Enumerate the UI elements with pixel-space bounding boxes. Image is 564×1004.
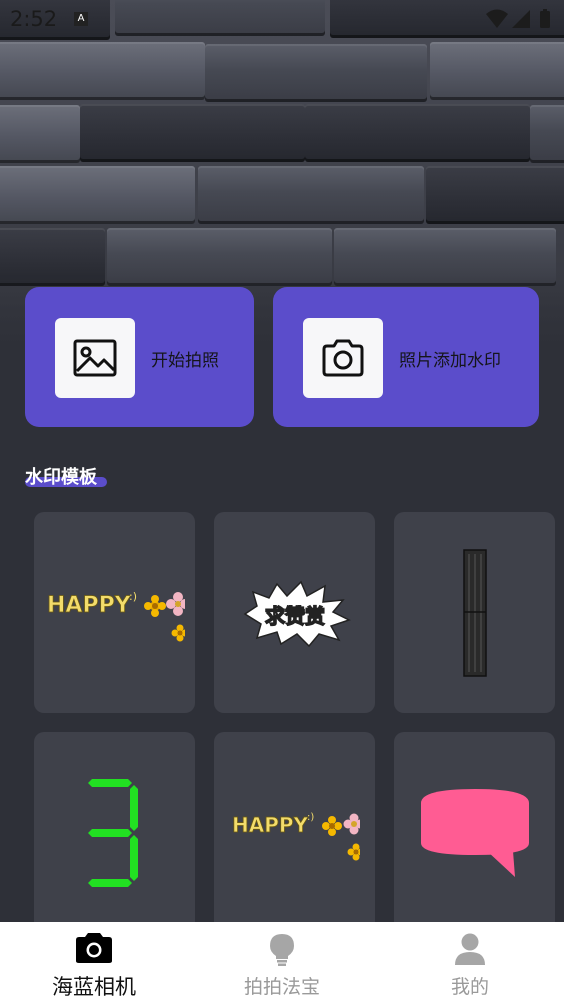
start-photo-button[interactable]: 开始拍照 [25,287,254,427]
section-title: 水印模板 [25,467,97,488]
happy-flowers-sticker: HAPPY :) [46,590,185,641]
status-bar: 2:52 A [0,0,564,40]
image-icon [55,318,135,398]
svg-text:求赞赏: 求赞赏 [265,604,325,628]
svg-text::): :) [307,812,314,823]
svg-text:HAPPY: HAPPY [47,593,132,618]
camera-icon [303,318,383,398]
nav-item-tips[interactable]: 拍拍法宝 [188,922,376,1004]
digit-1-sticker [462,548,487,677]
nav-label-profile: 我的 [450,976,489,998]
nav-label-camera: 海蓝相机 [52,975,136,999]
svg-text::): :) [129,590,137,603]
pink-speech-bubble-sticker [420,788,529,877]
person-icon [455,933,485,965]
camera-icon [76,933,112,963]
nav-label-tips: 拍拍法宝 [243,976,320,998]
template-tile-6[interactable] [394,732,555,933]
system-icons [486,9,550,28]
start-photo-label: 开始拍照 [151,351,219,371]
svg-text:HAPPY: HAPPY [232,813,309,837]
nav-item-profile[interactable]: 我的 [376,922,564,1004]
lightbulb-icon [270,934,294,966]
bottom-nav: 海蓝相机 拍拍法宝 我的 [0,922,564,1004]
template-tile-2[interactable]: 求赞赏 [214,512,375,713]
qiu-zan-shang-sticker: 求赞赏 [243,580,351,647]
add-watermark-button[interactable]: 照片添加水印 [273,287,539,427]
happy-flowers-sticker-2: HAPPY :) [231,812,360,860]
notification-icon: A [74,12,88,26]
status-time: 2:52 [10,7,58,31]
template-tile-4[interactable] [34,732,195,933]
digit-3-sticker [87,778,138,887]
nav-item-camera[interactable]: 海蓝相机 [0,922,188,1004]
template-tile-1[interactable]: HAPPY :) [34,512,195,713]
signal-icon [512,10,530,28]
wifi-icon [486,9,508,28]
add-watermark-label: 照片添加水印 [399,351,501,371]
battery-icon [540,9,550,28]
template-tile-5[interactable]: HAPPY :) [214,732,375,933]
template-tile-3[interactable] [394,512,555,713]
